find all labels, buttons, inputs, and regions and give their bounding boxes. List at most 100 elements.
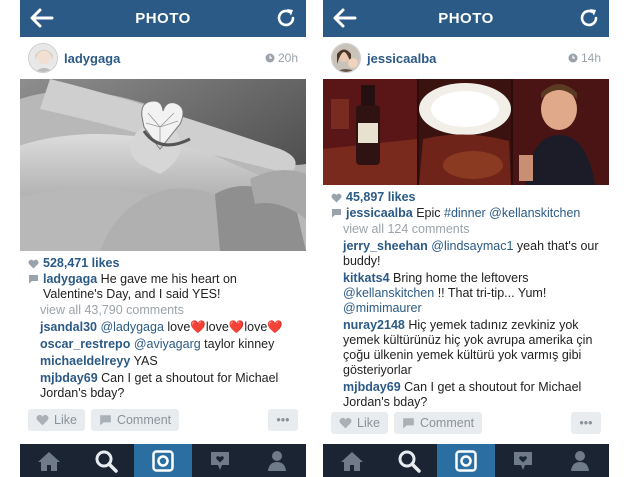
caption-tags[interactable]: #dinner @kellanskitchen — [441, 206, 580, 220]
comment-item: jsandal30 @ladygaga love❤️love❤️love❤️ — [28, 320, 298, 335]
post-meta: 528,471 likes ladygaga He gave me his he… — [20, 251, 306, 401]
speech-bubble-icon — [332, 209, 341, 218]
home-icon — [340, 451, 363, 471]
comment-username[interactable]: nuray2148 — [343, 318, 405, 332]
comment-text: Bring home the leftovers — [389, 271, 529, 285]
post-photo[interactable] — [20, 79, 306, 251]
post-username[interactable]: jessicaalba — [367, 51, 436, 66]
comment-username[interactable]: mjbday69 — [343, 380, 401, 394]
camera-icon — [152, 449, 174, 472]
view-all-comments-link[interactable]: view all 43,790 comments — [28, 303, 298, 318]
comment-item: jerry_sheehan @lindsaymac1 yeah that's o… — [331, 239, 601, 269]
tab-home[interactable] — [323, 444, 380, 477]
bottom-tab-bar — [323, 444, 609, 477]
tab-home[interactable] — [20, 444, 77, 477]
comment-username[interactable]: mjbday69 — [40, 371, 98, 385]
comment-username[interactable]: oscar_restrepo — [40, 337, 130, 351]
screen-ladygaga: PHOTO ladygaga 20h 528,471 likes ladygag… — [20, 0, 306, 477]
header-bar: PHOTO — [323, 0, 609, 37]
comment-username[interactable]: jerry_sheehan — [343, 239, 428, 253]
post-photo[interactable] — [323, 79, 609, 185]
post-actions: Like Comment ••• — [28, 409, 298, 431]
post-meta: 45,897 likes jessicaalba Epic #dinner @k… — [323, 185, 609, 410]
profile-icon — [268, 450, 287, 471]
comment-text: love❤️love❤️love❤️ — [163, 320, 283, 334]
header-bar: PHOTO — [20, 0, 306, 37]
post-time-label: 14h — [580, 51, 601, 65]
search-icon — [95, 450, 118, 473]
more-options-button[interactable]: ••• — [268, 409, 298, 431]
comment-text: YAS — [130, 354, 158, 368]
comment-mention[interactable]: @aviyagarg — [134, 337, 201, 351]
caption-username[interactable]: jessicaalba — [346, 206, 413, 220]
likes-count[interactable]: 528,471 likes — [28, 256, 298, 271]
comment-username[interactable]: michaeldelreyy — [40, 354, 130, 368]
tab-camera[interactable] — [134, 444, 192, 477]
avatar[interactable] — [28, 43, 58, 73]
activity-icon — [211, 451, 230, 470]
caption-username[interactable]: ladygaga — [43, 272, 97, 286]
comment-button[interactable]: Comment — [90, 409, 180, 431]
clock-icon — [265, 53, 275, 63]
comment-mention[interactable]: @mimimaurer — [343, 301, 422, 315]
speech-bubble-icon — [100, 415, 111, 426]
post-caption: ladygaga He gave me his heart on Valenti… — [28, 272, 298, 302]
like-button-label: Like — [54, 413, 77, 427]
refresh-icon[interactable] — [577, 6, 601, 30]
comment-item: kitkats4 Bring home the leftovers @kella… — [331, 271, 601, 316]
heart-icon — [28, 259, 39, 268]
comment-text: taylor kinney — [200, 337, 275, 351]
comment-item: michaeldelreyy YAS — [28, 354, 298, 369]
photo-panel-rice — [419, 79, 511, 185]
screen-jessicaalba: PHOTO jessicaalba 14h 45,897 likes jessi… — [323, 0, 609, 477]
post-actions: Like Comment ••• — [331, 412, 601, 434]
heart-icon — [331, 193, 342, 202]
likes-count[interactable]: 45,897 likes — [331, 190, 601, 205]
heart-icon — [339, 417, 352, 429]
profile-icon — [571, 450, 590, 471]
post-time-label: 20h — [277, 51, 298, 65]
photo-panel-chef — [513, 79, 609, 185]
view-all-comments-link[interactable]: view all 124 comments — [331, 222, 601, 237]
like-button[interactable]: Like — [28, 409, 85, 431]
tab-search[interactable] — [77, 444, 134, 477]
comment-item: nuray2148 Hiç yemek tadınız zevkiniz yok… — [331, 318, 601, 378]
home-icon — [37, 451, 60, 471]
camera-icon — [455, 449, 477, 472]
bottom-tab-bar — [20, 444, 306, 477]
post-time: 14h — [568, 51, 601, 65]
comment-username[interactable]: jsandal30 — [40, 320, 97, 334]
speech-bubble-icon — [29, 275, 38, 284]
like-button-label: Like — [357, 416, 380, 430]
heart-icon — [36, 414, 49, 426]
tab-activity[interactable] — [495, 444, 552, 477]
comment-mention[interactable]: @ladygaga — [100, 320, 163, 334]
page-title: PHOTO — [438, 10, 494, 27]
page-title: PHOTO — [135, 10, 191, 27]
comment-username[interactable]: kitkats4 — [343, 271, 390, 285]
tab-profile[interactable] — [552, 444, 609, 477]
post-header: jessicaalba 14h — [323, 37, 609, 79]
tab-search[interactable] — [380, 444, 437, 477]
likes-label: 45,897 likes — [346, 190, 416, 204]
post-username[interactable]: ladygaga — [64, 51, 120, 66]
comment-item: mjbday69 Can I get a shoutout for Michae… — [331, 380, 601, 410]
comment-item: mjbday69 Can I get a shoutout for Michae… — [28, 371, 298, 401]
tab-profile[interactable] — [249, 444, 306, 477]
tab-camera[interactable] — [437, 444, 495, 477]
comment-button-label: Comment — [419, 416, 475, 430]
refresh-icon[interactable] — [274, 6, 298, 30]
activity-icon — [514, 451, 533, 470]
comment-mention[interactable]: @lindsaymac1 — [431, 239, 513, 253]
search-icon — [398, 450, 421, 473]
comment-item: oscar_restrepo @aviyagarg taylor kinney — [28, 337, 298, 352]
like-button[interactable]: Like — [331, 412, 388, 434]
more-options-button[interactable]: ••• — [571, 412, 601, 434]
post-time: 20h — [265, 51, 298, 65]
comment-mention[interactable]: @kellanskitchen — [343, 286, 434, 300]
photo-panel-wine — [323, 79, 417, 185]
post-caption: jessicaalba Epic #dinner @kellanskitchen — [331, 206, 601, 221]
tab-activity[interactable] — [192, 444, 249, 477]
avatar[interactable] — [331, 43, 361, 73]
comment-button[interactable]: Comment — [393, 412, 483, 434]
